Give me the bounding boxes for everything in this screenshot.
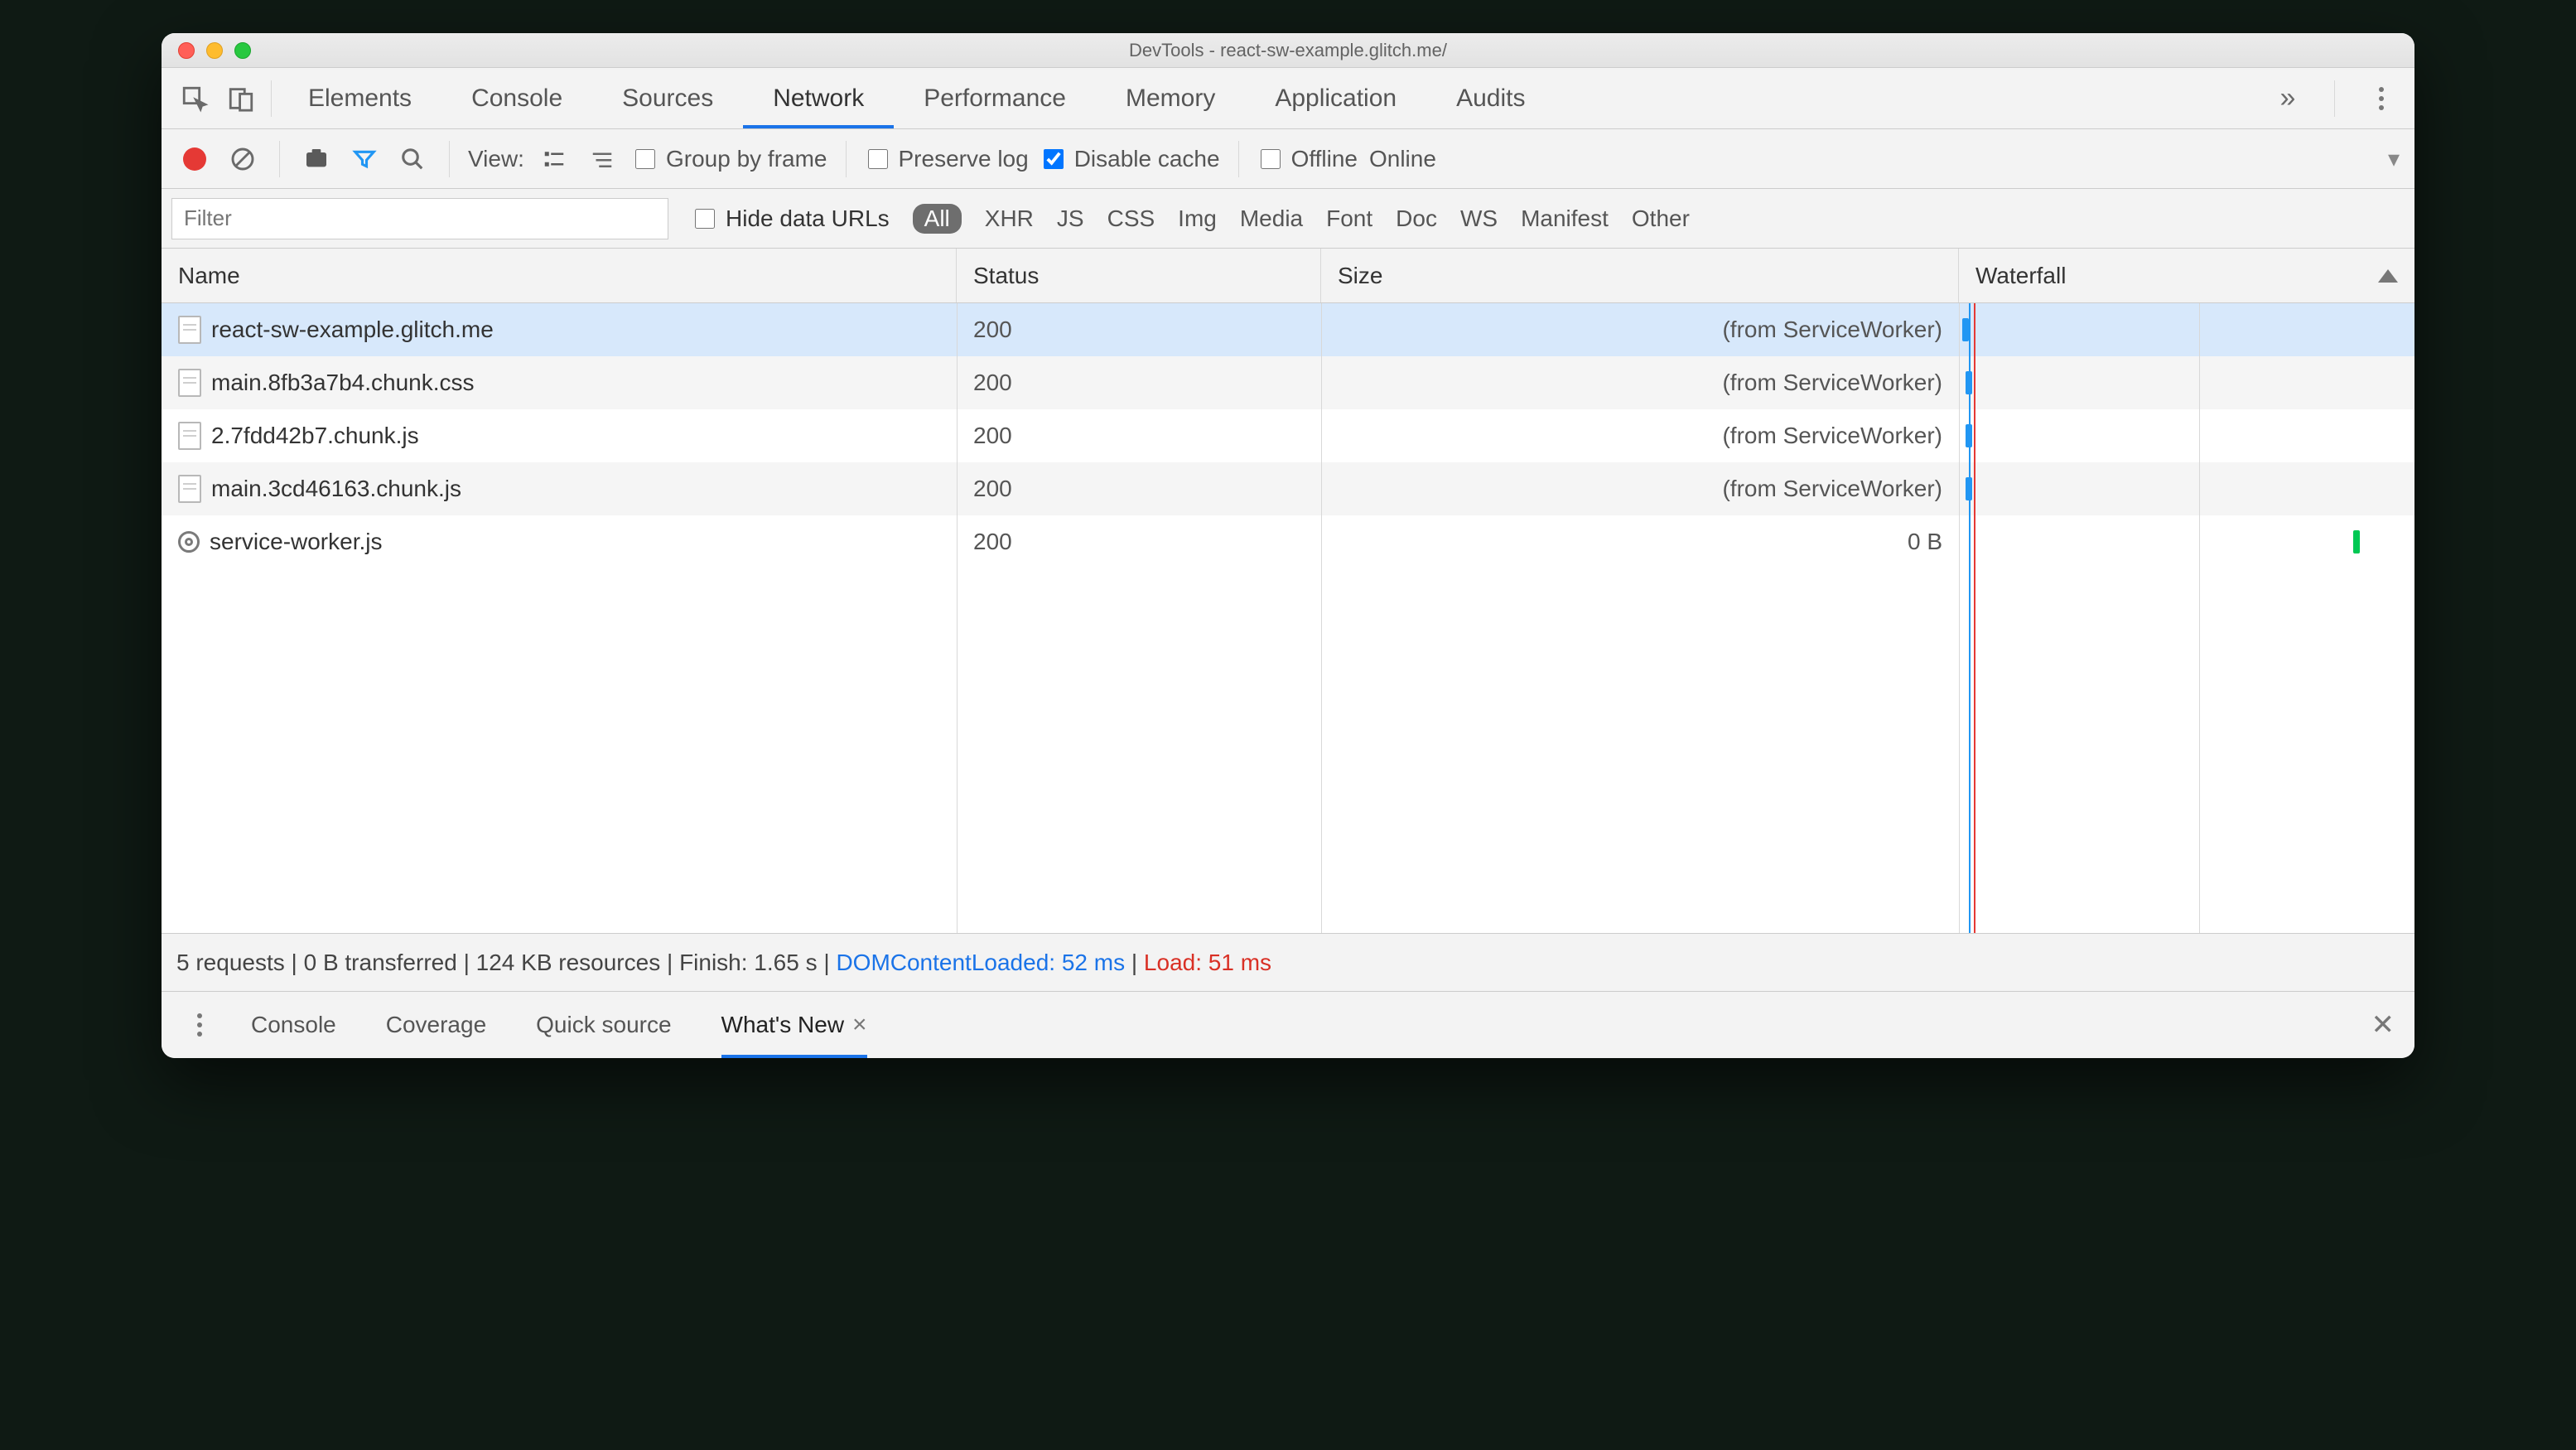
request-status: 200 <box>957 303 1321 356</box>
online-select[interactable]: Online <box>1369 146 1436 172</box>
filter-type-media[interactable]: Media <box>1240 205 1303 232</box>
close-icon[interactable]: × <box>852 1011 867 1039</box>
sort-asc-icon <box>2378 269 2398 283</box>
summary-resources: 124 KB resources <box>476 950 661 976</box>
request-name: react-sw-example.glitch.me <box>211 317 494 343</box>
drawer-close-icon[interactable]: ✕ <box>2371 1008 2395 1042</box>
overview-icon[interactable] <box>584 141 620 177</box>
drawer-tab-quick-source[interactable]: Quick source <box>536 992 671 1058</box>
table-row[interactable]: react-sw-example.glitch.me 200(from Servi… <box>162 303 2414 356</box>
request-size: 0 B <box>1321 515 1959 568</box>
tab-network[interactable]: Network <box>743 68 894 128</box>
request-status: 200 <box>957 515 1321 568</box>
request-status: 200 <box>957 409 1321 462</box>
network-table: Name Status Size Waterfall react-sw-exam… <box>162 249 2414 934</box>
offline-checkbox[interactable]: Offline <box>1257 146 1358 172</box>
filter-type-font[interactable]: Font <box>1326 205 1372 232</box>
view-label: View: <box>468 146 524 172</box>
column-waterfall[interactable]: Waterfall <box>1959 249 2414 302</box>
request-waterfall <box>1959 356 2414 409</box>
network-toolbar: View: Group by frame Preserve log Disabl… <box>162 129 2414 189</box>
record-button[interactable] <box>176 141 213 177</box>
table-body: react-sw-example.glitch.me200(from Servi… <box>162 303 2414 933</box>
titlebar: DevTools - react-sw-example.glitch.me/ <box>162 33 2414 68</box>
request-size: (from ServiceWorker) <box>1321 462 1959 515</box>
tab-audits[interactable]: Audits <box>1426 68 1555 128</box>
filter-type-doc[interactable]: Doc <box>1396 205 1437 232</box>
document-icon <box>178 475 201 503</box>
drawer-tabs: Console Coverage Quick source What's New× ✕ <box>162 992 2414 1058</box>
window-title: DevTools - react-sw-example.glitch.me/ <box>162 40 2414 61</box>
filter-type-js[interactable]: JS <box>1057 205 1084 232</box>
document-icon <box>178 316 201 344</box>
tab-application[interactable]: Application <box>1245 68 1426 128</box>
request-waterfall <box>1959 462 2414 515</box>
request-name: main.8fb3a7b4.chunk.css <box>211 370 475 396</box>
table-row[interactable]: main.3cd46163.chunk.js 200(from ServiceWo… <box>162 462 2414 515</box>
request-name: 2.7fdd42b7.chunk.js <box>211 423 419 449</box>
table-row[interactable]: 2.7fdd42b7.chunk.js 200(from ServiceWorke… <box>162 409 2414 462</box>
request-status: 200 <box>957 356 1321 409</box>
table-row[interactable]: service-worker.js 2000 B <box>162 515 2414 568</box>
drawer-tab-coverage[interactable]: Coverage <box>386 992 486 1058</box>
filter-type-ws[interactable]: WS <box>1460 205 1498 232</box>
filter-type-xhr[interactable]: XHR <box>985 205 1034 232</box>
document-icon <box>178 422 201 450</box>
capture-screenshots-icon[interactable] <box>298 141 335 177</box>
request-size: (from ServiceWorker) <box>1321 356 1959 409</box>
more-tabs-icon[interactable]: » <box>2265 75 2311 122</box>
request-waterfall <box>1959 409 2414 462</box>
panel-tabs: ElementsConsoleSourcesNetworkPerformance… <box>162 68 2414 129</box>
tab-console[interactable]: Console <box>441 68 592 128</box>
request-size: (from ServiceWorker) <box>1321 409 1959 462</box>
summary-finish: Finish: 1.65 s <box>679 950 818 976</box>
table-row[interactable]: main.8fb3a7b4.chunk.css 200(from ServiceW… <box>162 356 2414 409</box>
large-rows-icon[interactable] <box>536 141 572 177</box>
search-icon[interactable] <box>394 141 431 177</box>
filter-toggle-icon[interactable] <box>346 141 383 177</box>
request-status: 200 <box>957 462 1321 515</box>
gear-icon <box>178 531 200 553</box>
filter-input[interactable] <box>171 198 668 239</box>
disable-cache-checkbox[interactable]: Disable cache <box>1040 146 1220 172</box>
filter-type-other[interactable]: Other <box>1632 205 1690 232</box>
request-waterfall <box>1959 515 2414 568</box>
clear-button[interactable] <box>224 141 261 177</box>
request-size: (from ServiceWorker) <box>1321 303 1959 356</box>
request-name: main.3cd46163.chunk.js <box>211 476 461 502</box>
group-by-frame-checkbox[interactable]: Group by frame <box>632 146 827 172</box>
summary-load: Load: 51 ms <box>1144 950 1271 976</box>
drawer-menu-icon[interactable] <box>181 1007 218 1043</box>
tab-sources[interactable]: Sources <box>592 68 743 128</box>
tab-memory[interactable]: Memory <box>1096 68 1245 128</box>
drawer-tab-what-s-new[interactable]: What's New× <box>721 992 867 1058</box>
request-name: service-worker.js <box>210 529 382 555</box>
preserve-log-checkbox[interactable]: Preserve log <box>865 146 1029 172</box>
devtools-window: DevTools - react-sw-example.glitch.me/ E… <box>162 33 2414 1058</box>
drawer-tab-console[interactable]: Console <box>251 992 336 1058</box>
document-icon <box>178 369 201 397</box>
filter-type-img[interactable]: Img <box>1178 205 1217 232</box>
column-name[interactable]: Name <box>162 249 957 302</box>
filter-type-all[interactable]: All <box>913 204 962 234</box>
device-toolbar-icon[interactable] <box>218 75 264 122</box>
throttling-dropdown-icon[interactable]: ▾ <box>2388 145 2400 172</box>
inspect-element-icon[interactable] <box>171 75 218 122</box>
filter-type-manifest[interactable]: Manifest <box>1521 205 1609 232</box>
summary-requests: 5 requests <box>176 950 285 976</box>
hide-data-urls-checkbox[interactable]: Hide data URLs <box>692 205 890 232</box>
settings-kebab-icon[interactable] <box>2358 75 2405 122</box>
tab-performance[interactable]: Performance <box>894 68 1096 128</box>
filter-type-css[interactable]: CSS <box>1107 205 1155 232</box>
summary-dcl: DOMContentLoaded: 52 ms <box>836 950 1125 976</box>
summary-bar: 5 requests | 0 B transferred | 124 KB re… <box>162 934 2414 992</box>
request-waterfall <box>1959 303 2414 356</box>
summary-transferred: 0 B transferred <box>304 950 457 976</box>
filter-bar: Hide data URLs All XHR JS CSS Img Media Font Do… <box>162 189 2414 249</box>
column-size[interactable]: Size <box>1321 249 1959 302</box>
column-status[interactable]: Status <box>957 249 1321 302</box>
table-header: Name Status Size Waterfall <box>162 249 2414 303</box>
tab-elements[interactable]: Elements <box>278 68 441 128</box>
